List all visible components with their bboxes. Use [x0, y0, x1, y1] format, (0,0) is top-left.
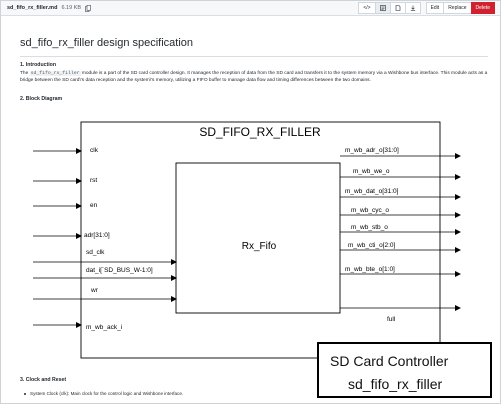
overlay-subtitle: sd_fifo_rx_filler — [348, 376, 443, 392]
rx-fifo-box — [175, 162, 341, 314]
clock-reset-heading: 3. Clock and Reset — [20, 377, 67, 383]
port-label-m-wb-we-o: m_wb_we_o — [353, 168, 390, 175]
file-size: 6.19 KB — [61, 5, 82, 11]
file-name: sd_fifo_rx_filler.md — [7, 5, 58, 11]
preview-button[interactable] — [374, 2, 391, 14]
port-label-m-wb-ack-i: m_wb_ack_i — [86, 324, 122, 331]
module-name-code: sd_fifo_rx_filler — [29, 71, 81, 76]
download-button[interactable] — [404, 2, 421, 14]
block-diagram-heading: 2. Block Diagram — [20, 96, 63, 102]
port-label-m-wb-cti-o: m_wb_cti_o[2:0] — [348, 242, 396, 249]
block-diagram-svg: SD_FIFO_RX_FILLER Rx_Fifo clk rst en adr… — [33, 121, 461, 359]
list-item-text: System Clock (clk): Main clock for the c… — [30, 391, 184, 396]
port-label-clk: clk — [90, 147, 99, 154]
port-label-m-wb-adr-o: m_wb_adr_o[31:0] — [345, 147, 399, 154]
port-label-full: full — [387, 316, 396, 323]
edit-button[interactable]: Edit — [425, 2, 445, 14]
preview-icon — [379, 5, 386, 11]
intro-text-start: The — [20, 71, 30, 76]
list-item: System Clock (clk): Main clock for the c… — [24, 391, 183, 396]
delete-button[interactable]: Delete — [470, 2, 495, 14]
input-ports: clk rst en adr[31:0] sd_clk dat_i[`SD_BU… — [33, 147, 177, 331]
download-icon — [410, 5, 415, 11]
port-label-dat-i: dat_i[`SD_BUS_W-1:0] — [86, 267, 153, 274]
intro-paragraph: The sd_fifo_rx_filler module is a part o… — [20, 71, 488, 85]
intro-heading: 1. Introduction — [20, 62, 57, 68]
copy-path-icon[interactable] — [85, 4, 91, 12]
block-diagram: SD_FIFO_RX_FILLER Rx_Fifo clk rst en adr… — [33, 118, 473, 368]
file-toolbar: sd_fifo_rx_filler.md 6.19 KB </> Edit Re… — [1, 1, 500, 16]
replace-button[interactable]: Replace — [443, 2, 472, 14]
outer-module-title: SD_FIFO_RX_FILLER — [199, 125, 321, 139]
intro-text-rest: module is a part of the SD card controll… — [20, 71, 488, 83]
title-divider — [20, 56, 488, 57]
port-label-adr: adr[31:0] — [84, 232, 110, 239]
port-label-m-wb-dat-o: m_wb_dat_o[31:0] — [345, 188, 399, 195]
port-label-m-wb-cyc-o: m_wb_cyc_o — [351, 207, 389, 214]
raw-button[interactable] — [389, 2, 406, 14]
raw-file-icon — [395, 5, 400, 11]
port-label-m-wb-bte-o: m_wb_bte_o[1:0] — [345, 266, 395, 273]
rx-fifo-title: Rx_Fifo — [242, 241, 277, 252]
caption-overlay: SD Card Controller sd_fifo_rx_filler — [317, 342, 492, 398]
port-label-sd-clk: sd_clk — [86, 249, 105, 256]
page-title: sd_fifo_rx_filler design specification — [20, 37, 194, 49]
port-label-rst: rst — [90, 177, 97, 184]
code-view-button[interactable]: </> — [358, 2, 376, 14]
overlay-title: SD Card Controller — [330, 353, 449, 369]
port-label-wr: wr — [90, 287, 99, 294]
port-label-m-wb-stb-o: m_wb_stb_o — [351, 224, 388, 231]
bullet-icon — [24, 392, 26, 395]
port-label-en: en — [90, 202, 98, 209]
output-ports: m_wb_adr_o[31:0] m_wb_we_o m_wb_dat_o[31… — [340, 147, 461, 323]
